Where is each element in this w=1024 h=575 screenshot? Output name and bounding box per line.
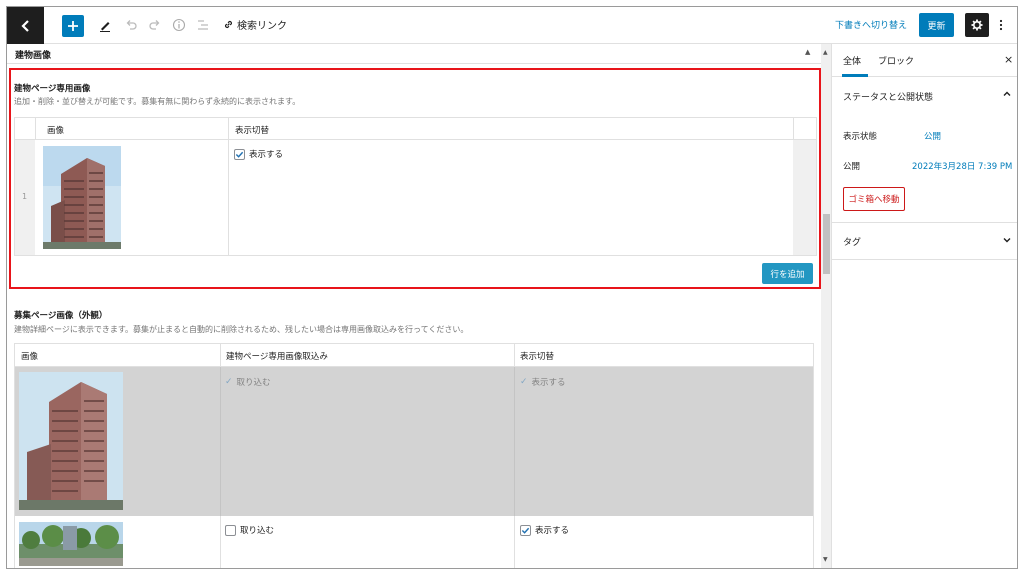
undo-button[interactable] xyxy=(121,15,141,35)
checkbox-label: 表示する xyxy=(535,526,570,536)
redo-button[interactable] xyxy=(145,15,165,35)
chevron-up-icon xyxy=(1002,89,1012,102)
list-view-icon xyxy=(198,20,208,30)
building-image[interactable] xyxy=(19,372,123,510)
building-image[interactable] xyxy=(43,146,121,249)
gear-icon xyxy=(971,19,983,31)
checkbox-label: 表示する xyxy=(531,378,566,388)
move-to-trash-button[interactable]: ゴミ箱へ移動 xyxy=(843,187,905,211)
info-icon xyxy=(172,18,186,32)
pencil-icon xyxy=(100,22,110,32)
editor-scrollbar[interactable]: ▲ ▼ xyxy=(821,44,831,568)
redo-icon xyxy=(149,20,160,30)
update-button[interactable]: 更新 xyxy=(919,13,954,37)
display-toggle-checkbox[interactable]: 表示する xyxy=(234,148,283,162)
display-toggle-checkbox[interactable]: 表示する xyxy=(520,524,569,538)
visibility-label: 表示状態 xyxy=(843,132,878,142)
metabox-header[interactable]: 建物画像 ▲ xyxy=(7,44,821,64)
visibility-value-button[interactable]: 公開 xyxy=(924,130,941,142)
close-icon[interactable]: × xyxy=(1004,53,1013,66)
edit-tool-button[interactable] xyxy=(95,15,115,35)
field-description: 追加・削除・並び替えが可能です。募集有無に関わらず永続的に表示されます。 xyxy=(14,97,301,106)
tab-document[interactable]: 全体 xyxy=(843,54,861,67)
row-handle[interactable]: 1 xyxy=(15,140,35,255)
checkmark-icon: ✓ xyxy=(225,377,233,387)
recruitment-images-table: 画像 建物ページ専用画像取込み 表示切替 ✓ 取り込む ✓ 表示する 取り込む … xyxy=(14,343,814,568)
checkmark-icon xyxy=(234,148,245,160)
details-button[interactable] xyxy=(169,15,189,35)
list-view-button[interactable] xyxy=(193,15,213,35)
recruitment-images-description: 建物詳細ページに表示できます。募集が止まると自動的に削除されるため、残したい場合… xyxy=(14,325,469,334)
chevron-down-icon xyxy=(1002,235,1012,248)
table-header: 画像 建物ページ専用画像取込み 表示切替 xyxy=(15,344,813,367)
table-row: ✓ 取り込む ✓ 表示する xyxy=(15,367,813,516)
table-row: 取り込む 表示する xyxy=(15,516,813,568)
status-panel-title: ステータスと公開状態 xyxy=(843,93,934,103)
checkbox-label: 取り込む xyxy=(240,526,275,536)
more-vertical-icon xyxy=(999,19,1003,31)
recruitment-images-label: 募集ページ画像（外観） xyxy=(14,311,108,321)
import-checkbox[interactable]: 取り込む xyxy=(225,524,274,539)
checkmark-icon xyxy=(520,524,531,536)
checkmark-icon: ✓ xyxy=(520,377,528,387)
settings-button[interactable] xyxy=(965,13,989,37)
checkbox-label: 表示する xyxy=(249,150,284,160)
column-header-display: 表示切替 xyxy=(235,126,270,136)
checkbox-label: 取り込む xyxy=(236,378,271,388)
row-index: 1 xyxy=(22,192,28,201)
status-panel-toggle[interactable]: ステータスと公開状態 xyxy=(832,77,1017,113)
publish-label: 公開 xyxy=(843,162,861,172)
building-page-images-field: 建物ページ専用画像 追加・削除・並び替えが可能です。募集有無に関わらず永続的に表… xyxy=(9,68,821,289)
column-header-image: 画像 xyxy=(47,126,65,136)
plus-icon xyxy=(68,21,78,31)
add-block-button[interactable] xyxy=(62,15,84,37)
back-button[interactable] xyxy=(7,7,44,44)
scroll-down-icon[interactable]: ▼ xyxy=(823,556,828,563)
more-options-button[interactable] xyxy=(995,15,1007,35)
import-checkbox: ✓ 取り込む xyxy=(225,376,271,388)
add-row-button[interactable]: 行を追加 xyxy=(762,263,813,284)
editor-canvas: 建物画像 ▲ 建物ページ専用画像 追加・削除・並び替えが可能です。募集有無に関わ… xyxy=(7,44,821,568)
chevron-left-icon xyxy=(20,19,29,32)
scrollbar-thumb[interactable] xyxy=(823,214,830,274)
link-icon xyxy=(224,20,233,29)
building-image[interactable] xyxy=(19,522,123,566)
editor-window: 検索リンク 下書きへ切り替え 更新 建物画像 ▲ 建物ページ専用画像 追加・削除… xyxy=(6,6,1018,569)
settings-sidebar: 全体 ブロック × ステータスと公開状態 表示状態 公開 公開 2022年3月2… xyxy=(831,44,1017,568)
column-header-image: 画像 xyxy=(21,352,39,362)
metabox-title: 建物画像 xyxy=(15,51,52,61)
repeater-table: 画像 表示切替 1 表示する xyxy=(14,117,817,256)
row-actions[interactable] xyxy=(793,140,816,255)
column-header-display: 表示切替 xyxy=(520,352,555,362)
undo-icon xyxy=(126,20,137,30)
collapse-up-icon[interactable]: ▲ xyxy=(805,48,810,56)
display-toggle-checkbox: ✓ 表示する xyxy=(520,376,566,388)
tags-panel-toggle[interactable]: タグ xyxy=(832,223,1017,259)
switch-to-draft-button[interactable]: 下書きへ切り替え xyxy=(835,18,907,31)
sidebar-tabs: 全体 ブロック × xyxy=(832,44,1017,77)
table-header: 画像 表示切替 xyxy=(15,118,816,140)
tags-panel-title: タグ xyxy=(843,238,862,248)
field-label: 建物ページ専用画像 xyxy=(14,84,91,94)
scroll-up-icon[interactable]: ▲ xyxy=(823,49,828,56)
search-link-button[interactable]: 検索リンク xyxy=(223,17,287,32)
column-header-import: 建物ページ専用画像取込み xyxy=(226,352,328,362)
tab-block[interactable]: ブロック xyxy=(878,54,914,67)
search-link-label: 検索リンク xyxy=(237,21,287,32)
top-toolbar: 検索リンク 下書きへ切り替え 更新 xyxy=(7,7,1017,44)
publish-date-button[interactable]: 2022年3月28日 7:39 PM xyxy=(912,160,1012,172)
